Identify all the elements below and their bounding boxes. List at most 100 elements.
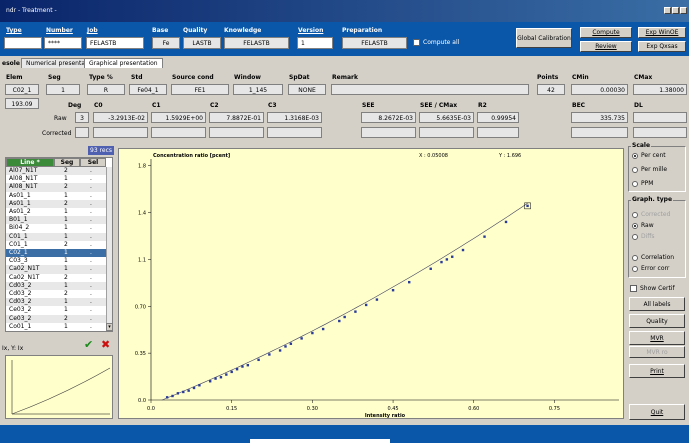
list-row[interactable]: As01_1 1. [6, 192, 106, 200]
x-tick-label: 0.0 [147, 406, 155, 412]
radio-ppm[interactable]: PPM [632, 180, 653, 187]
type-field[interactable] [4, 37, 42, 49]
list-row[interactable]: Bi04_2 1. [6, 224, 106, 232]
quit-button[interactable]: Quit [629, 404, 685, 420]
c1-label: C1 [152, 102, 161, 109]
list-row[interactable]: Co01_1 1. [6, 323, 106, 331]
calibration-chart[interactable]: 0.0 0.15 0.30 0.45 0.60 0.75 0.0 0.35 0.70 1.1 1.4… [118, 148, 624, 419]
spdat-value: NONE [288, 84, 326, 95]
col-elem: Elem [6, 74, 23, 81]
row-seg: 2 [64, 273, 68, 281]
radio-dot[interactable] [632, 152, 638, 159]
col-type: Type % [89, 74, 113, 81]
mvr-ro-label: MVR ro [646, 348, 668, 356]
row-line: Ce03_2 [9, 306, 32, 314]
compute-all-checkbox[interactable]: Compute all [413, 39, 459, 46]
data-point [284, 345, 287, 348]
job-field[interactable]: FELASTB [86, 37, 144, 49]
list-row[interactable]: Al07_N1T 2. [6, 167, 106, 176]
data-point [504, 220, 508, 224]
radio-dot[interactable] [632, 254, 638, 261]
radio-diffs[interactable]: Diffs [632, 233, 655, 240]
mvr-ro-button[interactable]: MVR ro [629, 346, 685, 358]
bec-label: BEC [572, 102, 586, 109]
list-row[interactable]: Ce03_2 2. [6, 314, 106, 323]
radio-corrected[interactable]: Corrected [632, 211, 670, 218]
list-row[interactable]: B01_1 1. [6, 216, 106, 225]
scroll-down-icon[interactable]: ▾ [106, 323, 112, 331]
list-row[interactable]: Cd03_2 1. [6, 298, 106, 307]
radio-raw[interactable]: Raw [632, 222, 654, 229]
col-sel-header[interactable]: Sel [80, 158, 106, 167]
maximize-button[interactable] [672, 7, 679, 14]
list-row[interactable]: C01_1 2. [6, 241, 106, 249]
minimize-button[interactable] [664, 7, 671, 14]
row-line: Cd03_2 [9, 298, 32, 306]
list-scrollbar[interactable] [106, 167, 112, 331]
col-std: Std [131, 74, 143, 81]
row-seg: 2 [64, 199, 68, 207]
tab-graphical[interactable]: Graphical presentation [84, 58, 163, 68]
version-field[interactable]: 1 [297, 37, 333, 49]
tab-strip: esole Numerical presentation Graphical p… [0, 56, 689, 68]
points-value: 42 [537, 84, 565, 95]
header-panel: Type Number Job Base Quality Knowledge V… [0, 22, 689, 56]
print-button[interactable]: Print [629, 364, 685, 378]
all-labels-button[interactable]: All labels [629, 297, 685, 311]
data-point [321, 327, 325, 331]
show-certif-checkbox[interactable]: Show Certif [630, 285, 675, 292]
list-row[interactable]: C03_3 1. [6, 257, 106, 265]
c3-label: C3 [268, 102, 277, 109]
radio-correlation[interactable]: Correlation [632, 254, 674, 261]
y-tick-label: 0.0 [138, 398, 146, 404]
corr-bec [571, 127, 628, 138]
radio-dot[interactable] [632, 211, 638, 218]
radio-dot[interactable] [632, 233, 638, 240]
list-row[interactable]: Ca02_N1T 2. [6, 274, 106, 282]
review-button[interactable]: Review [580, 41, 632, 52]
row-sel: . [90, 199, 92, 207]
check-icon[interactable]: ✔ [84, 338, 96, 351]
list-row[interactable]: Al08_N1T 2. [6, 183, 106, 192]
radio-per-mille[interactable]: Per mille [632, 166, 667, 173]
exp-qxsas-button[interactable]: Exp Qxsas [638, 41, 686, 52]
list-row[interactable]: C01_1 1. [6, 232, 106, 241]
row-sel: . [90, 314, 92, 322]
global-calibration-button[interactable]: Global Calibration [516, 28, 572, 48]
list-row[interactable]: Al08_N1T 1. [6, 175, 106, 183]
mini-chart-svg [11, 360, 111, 415]
row-sel: . [90, 281, 92, 289]
col-line-header[interactable]: Line * [6, 158, 54, 167]
radio-dot[interactable] [632, 180, 638, 187]
data-point [445, 258, 449, 261]
radio-dot[interactable] [632, 222, 638, 229]
mvr-button[interactable]: MVR [629, 331, 685, 345]
quality-button[interactable]: Quality [629, 314, 685, 328]
list-row[interactable]: As01_1 2. [6, 199, 106, 208]
radio-dot[interactable] [632, 265, 638, 272]
close-button[interactable] [680, 7, 687, 14]
radio-dot[interactable] [632, 166, 638, 173]
list-row[interactable]: Ca02_N1T 1. [6, 265, 106, 274]
list-row[interactable]: Cd03_2 2. [6, 290, 106, 298]
list-row[interactable]: Ce03_2 1. [6, 306, 106, 314]
list-row[interactable]: C02_1 1. [6, 249, 106, 258]
x-tick-label: 0.60 [468, 406, 479, 412]
data-point [451, 255, 454, 258]
number-field[interactable]: **** [44, 37, 82, 49]
list-row[interactable]: Cd03_2 1. [6, 281, 106, 290]
cmax-value: 1.38000 [633, 84, 687, 95]
data-point [176, 392, 180, 395]
cross-icon[interactable]: ✖ [101, 338, 113, 351]
radio-per-cent[interactable]: Per cent [632, 152, 666, 159]
checkbox-box[interactable] [413, 39, 420, 46]
row-line: C03_3 [9, 257, 28, 265]
checkbox-box[interactable] [630, 285, 637, 292]
data-point [257, 358, 260, 362]
list-row[interactable]: As01_2 1. [6, 208, 106, 216]
exp-winoe-button[interactable]: Exp WinOE [638, 27, 686, 38]
col-seg-header[interactable]: Seg [54, 158, 80, 167]
radio-error-corr[interactable]: Error corr [632, 265, 669, 272]
compute-button[interactable]: Compute [580, 27, 632, 38]
row-line: Bi04_2 [9, 224, 30, 232]
